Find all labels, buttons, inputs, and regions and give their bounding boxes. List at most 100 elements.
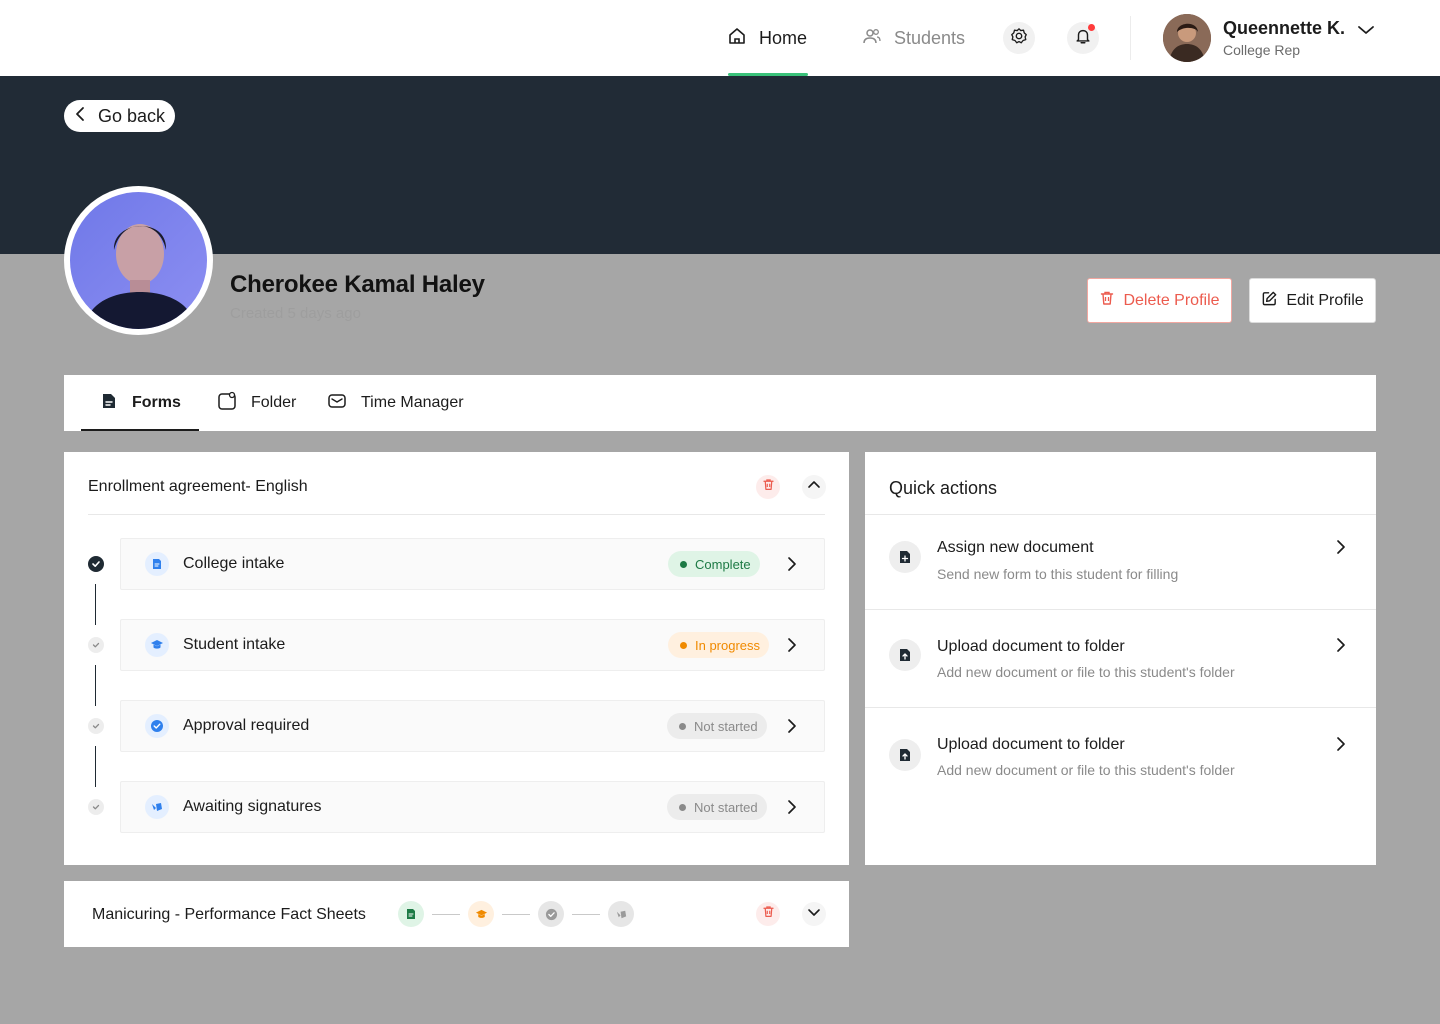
nav-students[interactable]: Students xyxy=(862,0,965,76)
document-icon xyxy=(145,552,169,576)
status-badge: Not started xyxy=(667,713,767,739)
nav-home[interactable]: Home xyxy=(727,0,808,76)
user-menu-chevron-icon[interactable] xyxy=(1356,22,1376,43)
tab-forms[interactable]: Forms xyxy=(100,375,181,431)
tab-forms-label: Forms xyxy=(132,394,181,411)
form-row-approval-required[interactable]: Approval required Not started xyxy=(120,700,825,752)
user-role: College Rep xyxy=(1223,42,1301,58)
top-navigation: Home Students Queennette K. College Rep xyxy=(0,0,1440,76)
progress-connector xyxy=(572,914,600,915)
status-badge: In progress xyxy=(668,632,770,658)
profile-name: Cherokee Kamal Haley xyxy=(230,271,485,298)
nav-home-label: Home xyxy=(759,27,808,48)
form-label: Approval required xyxy=(183,717,310,734)
status-dot xyxy=(680,560,687,568)
settings-button[interactable] xyxy=(1003,22,1035,54)
form-label: Student intake xyxy=(183,636,286,653)
chevron-right-icon[interactable] xyxy=(786,798,798,821)
edit-profile-label: Edit Profile xyxy=(1286,291,1364,309)
quick-action-title: Assign new document xyxy=(937,539,1094,556)
chevron-right-icon[interactable] xyxy=(786,555,798,578)
step-connector xyxy=(95,665,96,706)
step-pending-icon xyxy=(88,718,104,734)
status-dot xyxy=(679,803,686,811)
nav-divider xyxy=(1130,16,1131,60)
status-label: In progress xyxy=(695,637,761,653)
user-name[interactable]: Queennette K. xyxy=(1223,18,1345,39)
enrollment-title: Enrollment agreement- English xyxy=(88,478,308,495)
edit-profile-button[interactable]: Edit Profile xyxy=(1249,278,1376,323)
status-dot xyxy=(679,722,686,730)
status-label: Complete xyxy=(695,556,751,572)
quick-action-title: Upload document to folder xyxy=(937,736,1125,753)
delete-manicuring-button[interactable] xyxy=(756,902,780,926)
chevron-right-icon[interactable] xyxy=(1335,538,1347,561)
go-back-button[interactable]: Go back xyxy=(64,100,176,132)
quick-actions-title: Quick actions xyxy=(889,478,998,498)
step-connector xyxy=(95,746,96,787)
status-badge: Complete xyxy=(668,551,760,577)
signature-icon xyxy=(145,795,169,819)
profile-banner xyxy=(0,76,1440,254)
nav-students-label: Students xyxy=(894,27,966,48)
step-pending-icon xyxy=(88,799,104,815)
quick-action-description: Send new form to this student for fillin… xyxy=(937,566,1179,582)
mail-icon xyxy=(327,391,347,416)
profile-created: Created 5 days ago xyxy=(230,305,361,322)
tab-time-manager[interactable]: Time Manager xyxy=(327,375,464,431)
user-avatar[interactable] xyxy=(1163,14,1211,62)
quick-action-assign-document[interactable]: Assign new document Send new form to thi… xyxy=(865,515,1376,610)
form-label: College intake xyxy=(183,555,285,572)
notification-dot xyxy=(1088,24,1095,31)
step-complete-icon xyxy=(88,556,104,572)
gear-icon xyxy=(1010,27,1028,50)
chevron-right-icon[interactable] xyxy=(1335,735,1347,758)
delete-profile-button[interactable]: Delete Profile xyxy=(1087,278,1232,323)
graduation-cap-icon xyxy=(145,633,169,657)
chevron-right-icon[interactable] xyxy=(786,636,798,659)
document-upload-icon xyxy=(889,639,921,671)
form-progress-not-started-icon xyxy=(538,901,564,927)
tab-folder[interactable]: Folder xyxy=(217,375,296,431)
notifications-button[interactable] xyxy=(1067,22,1099,54)
enrollment-card: Enrollment agreement- English College in… xyxy=(64,452,849,865)
quick-action-description: Add new document or file to this student… xyxy=(937,762,1235,778)
profile-tabs: Forms Folder Time Manager xyxy=(64,375,1376,431)
progress-connector xyxy=(502,914,530,915)
check-badge-icon xyxy=(145,714,169,738)
edit-icon xyxy=(1261,290,1278,312)
users-icon xyxy=(862,26,882,51)
active-tab-indicator xyxy=(81,429,199,431)
home-icon xyxy=(727,26,747,51)
form-row-awaiting-signatures[interactable]: Awaiting signatures Not started xyxy=(120,781,825,833)
chevron-right-icon[interactable] xyxy=(786,717,798,740)
quick-actions-card: Quick actions Assign new document Send n… xyxy=(865,452,1376,865)
form-row-college-intake[interactable]: College intake Complete xyxy=(120,538,825,590)
quick-action-title: Upload document to folder xyxy=(937,638,1125,655)
status-badge: Not started xyxy=(667,794,767,820)
form-progress-not-started-icon xyxy=(608,901,634,927)
chevron-up-icon xyxy=(807,478,821,497)
quick-action-upload-document[interactable]: Upload document to folder Add new docume… xyxy=(865,708,1376,803)
divider xyxy=(88,514,825,515)
trash-icon xyxy=(762,478,775,496)
delete-enrollment-button[interactable] xyxy=(756,475,780,499)
form-progress-in-progress-icon xyxy=(468,901,494,927)
trash-icon xyxy=(1099,290,1115,311)
form-row-student-intake[interactable]: Student intake In progress xyxy=(120,619,825,671)
expand-manicuring-button[interactable] xyxy=(802,902,826,926)
document-upload-icon xyxy=(889,739,921,771)
chevron-left-icon xyxy=(74,106,88,127)
form-icon xyxy=(100,392,118,415)
form-progress-complete-icon xyxy=(398,901,424,927)
chevron-right-icon[interactable] xyxy=(1335,636,1347,659)
tab-time-manager-label: Time Manager xyxy=(361,394,464,411)
quick-action-upload-document[interactable]: Upload document to folder Add new docume… xyxy=(865,610,1376,705)
status-dot xyxy=(680,641,687,649)
collapse-enrollment-button[interactable] xyxy=(802,475,826,499)
manicuring-card: Manicuring - Performance Fact Sheets xyxy=(64,881,849,947)
tab-folder-label: Folder xyxy=(251,394,297,411)
folder-icon xyxy=(217,391,237,416)
chevron-down-icon xyxy=(807,905,821,924)
delete-profile-label: Delete Profile xyxy=(1123,291,1220,309)
